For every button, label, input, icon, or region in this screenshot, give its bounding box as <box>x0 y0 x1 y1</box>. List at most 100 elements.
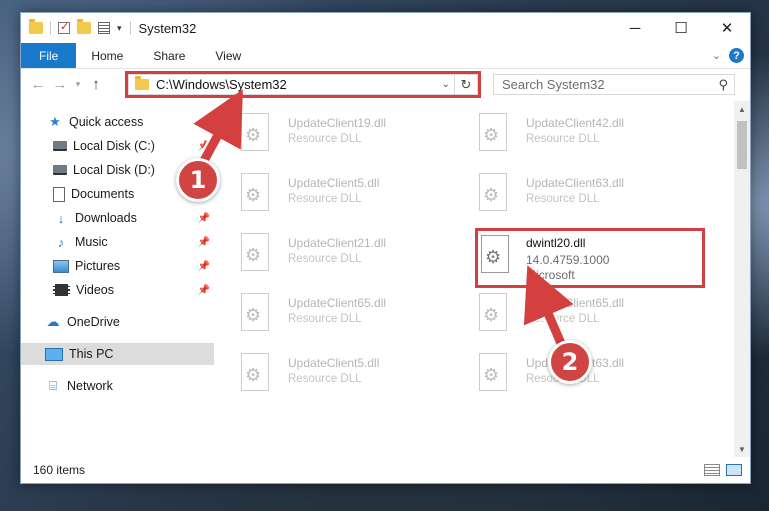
toolbar-divider <box>50 21 51 35</box>
recent-locations-icon[interactable]: ▾ <box>71 79 85 90</box>
file-name: UpdateClient5.dll <box>288 356 380 370</box>
file-name: UpdateClient5.dll <box>288 176 380 190</box>
tab-file[interactable]: File <box>21 43 77 68</box>
file-type: Resource DLL <box>288 133 362 145</box>
back-arrow-icon[interactable]: ← <box>27 76 49 93</box>
close-button[interactable]: ✕ <box>704 13 750 43</box>
sidebar-item-label: This PC <box>69 347 114 361</box>
file-type: Resource DLL <box>288 193 362 205</box>
sidebar-item-videos[interactable]: Videos 📌 <box>21 279 214 301</box>
sidebar-item-label: Pictures <box>75 259 121 273</box>
sidebar-item-downloads[interactable]: ↓ Downloads 📌 <box>21 207 214 229</box>
dll-file-icon <box>241 113 269 151</box>
file-name: UpdateClient19.dll <box>288 116 387 130</box>
file-item[interactable]: UpdateClient42.dll Resource DLL <box>459 107 679 159</box>
properties-list-icon[interactable] <box>98 22 110 34</box>
file-item[interactable]: UpdateClient19.dll Resource DLL <box>221 107 441 159</box>
sidebar-item-label: OneDrive <box>67 315 120 329</box>
sidebar-item-this-pc[interactable]: This PC <box>21 343 214 365</box>
title-bar: ▾ System32 ─ ☐ ✕ <box>21 13 750 43</box>
file-highlight <box>475 228 705 288</box>
sidebar-item-local-disk-c[interactable]: Local Disk (C:) 📌 <box>21 135 214 157</box>
scrollbar-thumb[interactable] <box>737 121 747 169</box>
quick-access-toolbar: ▾ <box>21 19 122 35</box>
properties-check-icon[interactable] <box>58 20 70 34</box>
file-type: Resource DLL <box>288 253 362 265</box>
ribbon-tabs: File Home Share View ⌄ ? <box>21 43 750 69</box>
sidebar-item-label: Downloads <box>75 211 137 225</box>
maximize-button[interactable]: ☐ <box>658 13 704 43</box>
pin-icon: 📌 <box>197 236 210 248</box>
file-type: Resource DLL <box>526 313 600 325</box>
step-marker-2: 2 <box>548 340 592 384</box>
sidebar-item-label: Local Disk (D:) <box>73 163 155 177</box>
sidebar-item-pictures[interactable]: Pictures 📌 <box>21 255 214 277</box>
cloud-icon: ☁ <box>46 314 60 329</box>
pictures-icon <box>53 259 69 273</box>
file-item[interactable]: UpdateClient63.dll Resource DLL <box>459 167 679 219</box>
file-type: Resource DLL <box>526 133 600 145</box>
pin-icon: 📌 <box>197 140 210 152</box>
expand-ribbon-icon[interactable]: ⌄ <box>712 49 721 62</box>
file-type: Resource DLL <box>526 193 600 205</box>
window-controls: ─ ☐ ✕ <box>612 13 750 43</box>
sidebar-item-quick-access[interactable]: ★ Quick access <box>21 111 214 133</box>
sidebar-item-label: Local Disk (C:) <box>73 139 155 153</box>
file-name: UpdateClient63.dll <box>526 176 625 190</box>
search-input[interactable]: Search System32 <box>502 77 605 92</box>
file-name: UpdateClient65.dll <box>526 296 625 310</box>
status-bar: 160 items <box>21 457 750 483</box>
dll-file-icon <box>479 353 507 391</box>
file-item[interactable]: UpdateClient5.dll Resource DLL <box>221 347 441 399</box>
music-icon: ♪ <box>57 234 65 250</box>
sidebar-item-label: Documents <box>71 187 135 201</box>
pin-icon: 📌 <box>197 284 210 296</box>
dll-file-icon <box>241 173 269 211</box>
dll-file-icon <box>241 293 269 331</box>
vertical-scrollbar[interactable]: ▲ ▼ <box>734 101 750 457</box>
scroll-down-icon[interactable]: ▼ <box>734 441 750 457</box>
sidebar-item-label: Network <box>67 379 113 393</box>
file-item[interactable]: UpdateClient21.dll Resource DLL <box>221 227 441 279</box>
new-folder-icon[interactable] <box>77 19 91 34</box>
dll-file-icon <box>241 353 269 391</box>
dll-file-icon <box>241 233 269 271</box>
sidebar-item-onedrive[interactable]: ☁ OneDrive <box>21 311 214 333</box>
folder-icon <box>29 19 43 34</box>
file-type: Resource DLL <box>288 313 362 325</box>
tab-view[interactable]: View <box>200 43 256 68</box>
videos-icon <box>53 284 70 296</box>
search-icon: ⚲ <box>718 77 728 92</box>
pin-icon: 📌 <box>197 212 210 224</box>
forward-arrow-icon[interactable]: → <box>49 76 71 93</box>
drive-icon <box>53 165 67 175</box>
title-divider <box>129 21 131 35</box>
details-view-icon[interactable] <box>704 464 720 476</box>
file-name: UpdateClient65.dll <box>288 296 387 310</box>
tab-share[interactable]: Share <box>138 43 200 68</box>
tab-home[interactable]: Home <box>76 43 138 68</box>
item-count: 160 items <box>33 463 86 477</box>
sidebar-item-label: Videos <box>76 283 114 297</box>
network-icon: ⌸ <box>49 378 57 393</box>
sidebar-item-music[interactable]: ♪ Music 📌 <box>21 231 214 253</box>
ribbon-right: ⌄ ? <box>712 43 750 68</box>
help-icon[interactable]: ? <box>729 48 744 63</box>
file-item[interactable]: UpdateClient5.dll Resource DLL <box>221 167 441 219</box>
star-icon: ★ <box>49 114 61 129</box>
drive-icon <box>53 141 67 151</box>
up-arrow-icon[interactable]: ↑ <box>85 76 107 93</box>
file-name: UpdateClient21.dll <box>288 236 387 250</box>
file-item[interactable]: UpdateClient65.dll Resource DLL <box>221 287 441 339</box>
search-box[interactable]: Search System32 ⚲ <box>493 74 735 95</box>
minimize-button[interactable]: ─ <box>612 13 658 43</box>
dll-file-icon <box>479 173 507 211</box>
view-switcher <box>704 464 742 476</box>
scroll-up-icon[interactable]: ▲ <box>734 101 750 117</box>
sidebar-item-network[interactable]: ⌸ Network <box>21 375 214 397</box>
file-item[interactable]: UpdateClient65.dll Resource DLL <box>459 287 679 339</box>
window-title: System32 <box>138 20 197 36</box>
large-icons-view-icon[interactable] <box>726 464 742 476</box>
toolbar-dropdown-icon[interactable]: ▾ <box>117 23 122 34</box>
pin-icon: 📌 <box>197 260 210 272</box>
